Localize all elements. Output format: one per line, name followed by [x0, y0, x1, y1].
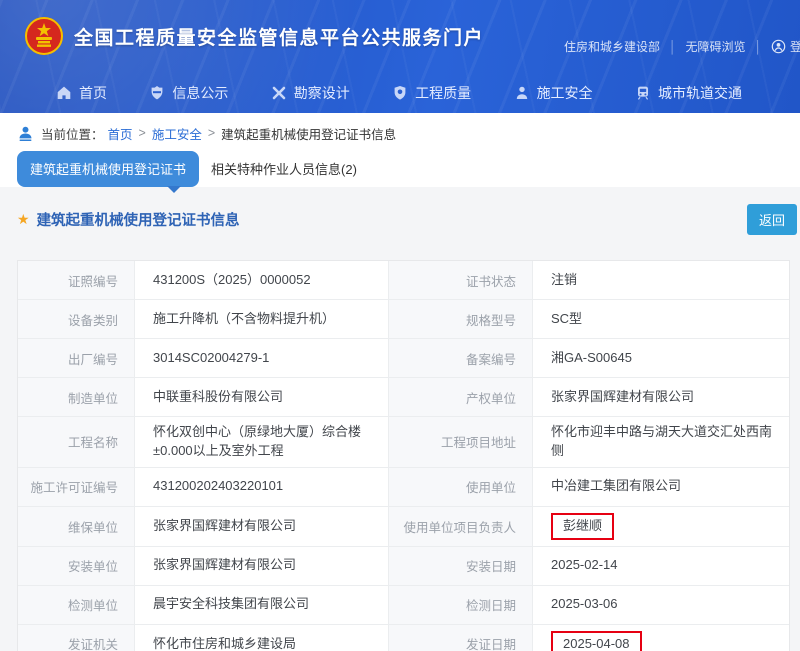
nav-item-home[interactable]: 首页 [56, 83, 107, 103]
field-label: 安装单位 [18, 547, 135, 585]
field-label: 使用单位项目负责人 [389, 507, 533, 546]
header-links: 住房和城乡建设部 │ 无障碍浏览 │ 登录 [564, 38, 800, 55]
nav-label: 城市轨道交通 [658, 83, 742, 103]
survey-design-icon [271, 85, 287, 101]
field-value: 2025-02-14 [533, 547, 789, 585]
site-title: 全国工程质量安全监管信息平台公共服务门户 [74, 23, 484, 50]
red-box: 彭继顺 [551, 513, 614, 540]
red-box: 2025-04-08 [551, 631, 642, 651]
field-label: 维保单位 [18, 507, 135, 546]
field-value: 2025-03-06 [533, 586, 789, 624]
field-value: 怀化市住房和城乡建设局 [135, 625, 389, 651]
tab-special-personnel[interactable]: 相关特种作业人员信息(2) [199, 151, 369, 187]
accessibility-link[interactable]: 无障碍浏览 [685, 38, 745, 55]
field-label: 证书状态 [389, 261, 533, 299]
field-value: 注销 [533, 261, 789, 299]
field-label: 发证机关 [18, 625, 135, 651]
table-row: 出厂编号 3014SC02004279-1 备案编号 湘GA-S00645 [18, 339, 789, 378]
nav-label: 信息公示 [172, 83, 228, 103]
field-value: 431200202403220101 [135, 468, 389, 506]
field-label: 检测单位 [18, 586, 135, 624]
home-icon [56, 85, 72, 101]
field-label: 证照编号 [18, 261, 135, 299]
field-value: 怀化市迎丰中路与湖天大道交汇处西南侧 [533, 417, 789, 467]
breadcrumb: 当前位置： 首页 > 施工安全 > 建筑起重机械使用登记证书信息 [0, 113, 800, 153]
field-value: 中冶建工集团有限公司 [533, 468, 789, 506]
field-value: 3014SC02004279-1 [135, 339, 389, 377]
table-row: 工程名称 怀化双创中心（原绿地大厦）综合楼±0.000以上及室外工程 工程项目地… [18, 417, 789, 468]
nav-label: 施工安全 [537, 83, 593, 103]
login-label: 登录 [790, 38, 800, 55]
field-label: 规格型号 [389, 300, 533, 338]
user-circle-icon [771, 39, 786, 54]
nav-item-safety[interactable]: 施工安全 [514, 83, 593, 103]
table-row: 安装单位 张家界国辉建材有限公司 安装日期 2025-02-14 [18, 547, 789, 586]
nav-item-quality[interactable]: 工程质量 [392, 83, 471, 103]
tab-bar: 建筑起重机械使用登记证书 相关特种作业人员信息(2) [0, 153, 800, 187]
field-value: 晨宇安全科技集团有限公司 [135, 586, 389, 624]
table-row: 证照编号 431200S（2025）0000052 证书状态 注销 [18, 261, 789, 300]
field-value: 施工升降机（不含物料提升机） [135, 300, 389, 338]
field-value-highlighted: 彭继顺 [533, 507, 789, 546]
field-value: 431200S（2025）0000052 [135, 261, 389, 299]
field-value-highlighted: 2025-04-08 [533, 625, 789, 651]
field-label: 设备类别 [18, 300, 135, 338]
nav-item-public-info[interactable]: 信息公示 [149, 83, 228, 103]
table-row: 设备类别 施工升降机（不含物料提升机） 规格型号 SC型 [18, 300, 789, 339]
nav-item-metro[interactable]: 城市轨道交通 [635, 83, 742, 103]
safety-person-icon [514, 85, 530, 101]
field-value: 湘GA-S00645 [533, 339, 789, 377]
nav-label: 首页 [79, 83, 107, 103]
user-bust-icon [17, 125, 34, 142]
content-panel: ★ 建筑起重机械使用登记证书信息 返回 证照编号 431200S（2025）00… [0, 187, 800, 651]
table-row: 发证机关 怀化市住房和城乡建设局 发证日期 2025-04-08 [18, 625, 789, 651]
field-label: 出厂编号 [18, 339, 135, 377]
field-label: 工程项目地址 [389, 417, 533, 467]
quality-shield-icon [392, 85, 408, 101]
section-header: ★ 建筑起重机械使用登记证书信息 返回 [17, 204, 797, 235]
login-link[interactable]: 登录 [771, 38, 800, 55]
star-icon: ★ [17, 211, 30, 228]
field-value: 怀化双创中心（原绿地大厦）综合楼±0.000以上及室外工程 [135, 417, 389, 467]
page-title: 建筑起重机械使用登记证书信息 [37, 209, 240, 230]
header: 全国工程质量安全监管信息平台公共服务门户 住房和城乡建设部 │ 无障碍浏览 │ … [0, 0, 800, 113]
nav-label: 工程质量 [415, 83, 471, 103]
field-label: 施工许可证编号 [18, 468, 135, 506]
nav-item-survey-design[interactable]: 勘察设计 [271, 83, 350, 103]
field-label: 使用单位 [389, 468, 533, 506]
national-emblem-icon [24, 16, 64, 56]
field-value: 张家界国辉建材有限公司 [135, 507, 389, 546]
field-value: 张家界国辉建材有限公司 [533, 378, 789, 416]
certificate-table: 证照编号 431200S（2025）0000052 证书状态 注销 设备类别 施… [17, 260, 790, 651]
metro-train-icon [635, 85, 651, 101]
table-row: 施工许可证编号 431200202403220101 使用单位 中冶建工集团有限… [18, 468, 789, 507]
field-value: 张家界国辉建材有限公司 [135, 547, 389, 585]
table-row: 检测单位 晨宇安全科技集团有限公司 检测日期 2025-03-06 [18, 586, 789, 625]
field-value: SC型 [533, 300, 789, 338]
field-label: 制造单位 [18, 378, 135, 416]
field-value: 中联重科股份有限公司 [135, 378, 389, 416]
main-nav: 首页 信息公示 勘察设计 工程质量 [0, 72, 800, 113]
breadcrumb-prefix: 当前位置： [41, 124, 104, 143]
table-row: 维保单位 张家界国辉建材有限公司 使用单位项目负责人 彭继顺 [18, 507, 789, 547]
field-label: 工程名称 [18, 417, 135, 467]
breadcrumb-current: 建筑起重机械使用登记证书信息 [221, 124, 396, 143]
field-label: 备案编号 [389, 339, 533, 377]
top-bar: 全国工程质量安全监管信息平台公共服务门户 住房和城乡建设部 │ 无障碍浏览 │ … [0, 0, 800, 72]
breadcrumb-link-home[interactable]: 首页 [108, 124, 133, 143]
field-label: 检测日期 [389, 586, 533, 624]
back-button[interactable]: 返回 [747, 204, 797, 235]
ministry-link[interactable]: 住房和城乡建设部 [564, 38, 660, 55]
field-label: 安装日期 [389, 547, 533, 585]
field-label: 产权单位 [389, 378, 533, 416]
breadcrumb-link-section[interactable]: 施工安全 [152, 124, 202, 143]
nav-label: 勘察设计 [294, 83, 350, 103]
field-label: 发证日期 [389, 625, 533, 651]
tab-crane-certificate[interactable]: 建筑起重机械使用登记证书 [17, 151, 199, 187]
badge-icon [149, 85, 165, 101]
table-row: 制造单位 中联重科股份有限公司 产权单位 张家界国辉建材有限公司 [18, 378, 789, 417]
